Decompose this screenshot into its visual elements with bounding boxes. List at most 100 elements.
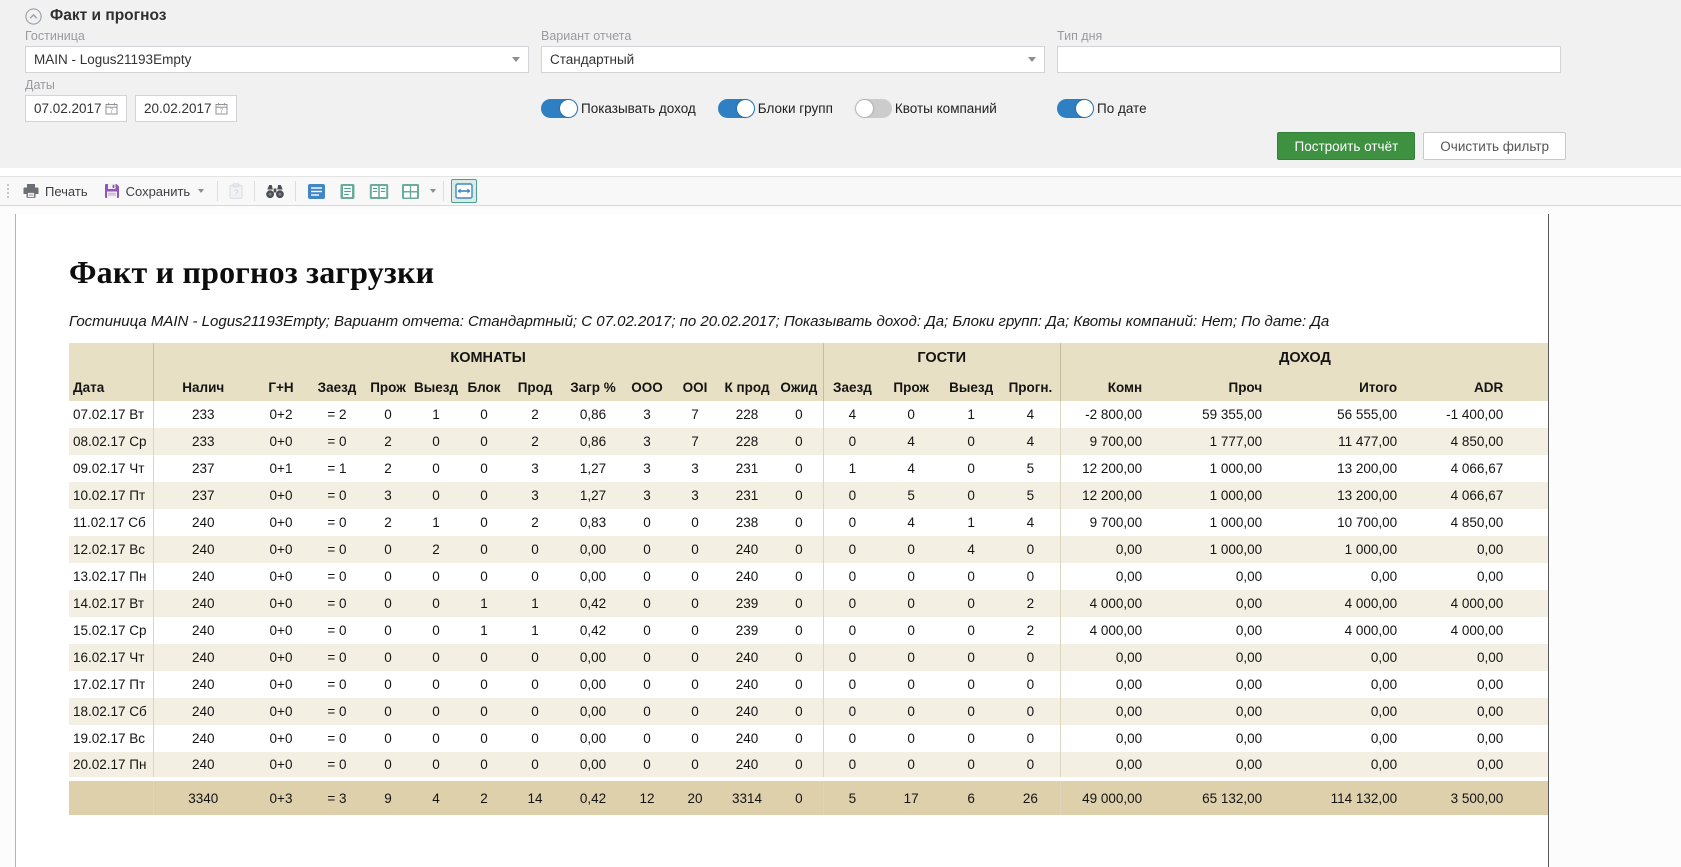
table-cell: 0 (411, 428, 461, 455)
table-cell: 3 (623, 401, 671, 428)
table-cell: 0 (671, 563, 719, 590)
column-header: Итого (1300, 373, 1435, 401)
table-cell: 0,00 (1060, 536, 1180, 563)
table-cell: 0,00 (1300, 671, 1435, 698)
table-cell: 12 200,00 (1060, 482, 1180, 509)
table-cell: 0,00 (563, 671, 623, 698)
report-variant-select[interactable]: Стандартный (541, 46, 1045, 73)
chevron-down-icon[interactable] (430, 189, 436, 193)
toggle-group-right: По дате (1057, 95, 1561, 122)
view-multiple-pages-button[interactable] (397, 180, 424, 203)
toggle-label: Показывать доход (581, 101, 696, 116)
build-report-button[interactable]: Построить отчёт (1277, 132, 1415, 160)
save-button[interactable]: Сохранить (98, 180, 211, 202)
table-cell: 0 (775, 698, 823, 725)
table-cell: 0 (775, 590, 823, 617)
table-row: 13.02.17 Пн2400+0= 000000,0000240000000,… (69, 563, 1549, 590)
table-cell: 240 (719, 536, 775, 563)
table-cell: 0+0 (253, 509, 309, 536)
table-cell: 0 (823, 536, 881, 563)
table-cell: 59 355,00 (1180, 401, 1300, 428)
date-cell: 14.02.17 Вт (69, 590, 153, 617)
table-cell: 0 (461, 725, 507, 752)
table-cell: 233 (153, 428, 253, 455)
table-cell: 0 (411, 752, 461, 779)
toggle-group-blocks[interactable]: Блоки групп (718, 99, 833, 118)
table-cell: 0 (365, 563, 411, 590)
column-header: ООI (671, 373, 719, 401)
table-cell: 3 (507, 482, 563, 509)
table-cell: 0,00 (1300, 752, 1435, 779)
table-cell: 0+0 (253, 752, 309, 779)
collapse-panel-icon[interactable] (25, 8, 42, 25)
table-cell: 7 (671, 401, 719, 428)
table-cell: 0 (623, 590, 671, 617)
date-to-input[interactable]: 20.02.2017 7 (135, 95, 237, 122)
column-header: Комн (1060, 373, 1180, 401)
dates-field: Даты 07.02.2017 7 20.02.2017 7 (25, 78, 529, 122)
table-cell: 1 (941, 401, 1001, 428)
table-cell: 0+0 (253, 590, 309, 617)
day-type-input[interactable] (1057, 46, 1561, 73)
view-single-page-button[interactable] (334, 180, 361, 203)
table-cell: 0 (775, 617, 823, 644)
table-cell: 240 (153, 509, 253, 536)
toggle-show-revenue[interactable]: Показывать доход (541, 99, 696, 118)
table-row: 17.02.17 Пт2400+0= 000000,0000240000000,… (69, 671, 1549, 698)
table-cell: 1,27 (563, 455, 623, 482)
clear-filter-button[interactable]: Очистить фильтр (1423, 132, 1566, 160)
table-cell: 233 (153, 401, 253, 428)
table-cell: 239 (719, 590, 775, 617)
table-cell: 0+0 (253, 536, 309, 563)
table-cell: 0 (623, 617, 671, 644)
table-cell: 0 (775, 563, 823, 590)
table-cell: 0 (881, 617, 941, 644)
report-variant-label: Вариант отчета (541, 29, 1045, 43)
find-button[interactable] (262, 181, 288, 202)
toggle-group-middle: Показывать доход Блоки групп Квоты компа… (541, 95, 1045, 122)
table-cell: = 1 (309, 455, 365, 482)
toggle-by-date[interactable]: По дате (1057, 99, 1147, 118)
table-cell: = 0 (309, 590, 365, 617)
hotel-select[interactable]: MAIN - Logus21193Empty (25, 46, 529, 73)
table-cell: 0 (1001, 563, 1060, 590)
totals-cell: 12 (623, 779, 671, 815)
table-cell: 3 (623, 428, 671, 455)
table-cell: 3 (671, 455, 719, 482)
toolbar-drag-handle[interactable] (7, 184, 9, 198)
table-row: 08.02.17 Ср2330+0= 020020,8637228004049 … (69, 428, 1549, 455)
date-from-input[interactable]: 07.02.2017 7 (25, 95, 127, 122)
table-cell: 0 (941, 563, 1001, 590)
table-cell: 4 000,00 (1300, 590, 1435, 617)
chevron-down-icon (512, 57, 520, 62)
table-cell: 0 (623, 752, 671, 779)
table-cell: 0,00 (1180, 752, 1300, 779)
table-cell: 0 (461, 401, 507, 428)
totals-cell: 3314 (719, 779, 775, 815)
toggle-company-quotas[interactable]: Квоты компаний (855, 99, 997, 118)
totals-cell: 17 (881, 779, 941, 815)
table-cell: 0,00 (1435, 563, 1549, 590)
table-cell: 0 (941, 482, 1001, 509)
table-cell: 0+0 (253, 698, 309, 725)
table-cell: 9 700,00 (1060, 509, 1180, 536)
view-continuous-button[interactable] (303, 180, 330, 203)
totals-cell: 0 (775, 779, 823, 815)
table-cell: 1 000,00 (1180, 509, 1300, 536)
panel-header: Факт и прогноз (0, 5, 1681, 29)
hotel-select-value: MAIN - Logus21193Empty (34, 52, 191, 67)
table-cell: 0 (941, 617, 1001, 644)
fit-page-width-button[interactable] (451, 179, 477, 203)
table-cell: 1 (941, 509, 1001, 536)
table-cell: 240 (719, 563, 775, 590)
table-cell: 4 000,00 (1300, 617, 1435, 644)
table-cell: 0 (775, 482, 823, 509)
table-cell: 0 (671, 509, 719, 536)
table-cell: 0,00 (1180, 725, 1300, 752)
print-button[interactable]: Печать (17, 180, 94, 202)
table-cell: 4 850,00 (1435, 428, 1549, 455)
printer-icon (23, 183, 39, 199)
view-facing-pages-button[interactable] (365, 180, 393, 203)
paste-button[interactable]: ? (225, 180, 247, 202)
table-cell: 11 477,00 (1300, 428, 1435, 455)
